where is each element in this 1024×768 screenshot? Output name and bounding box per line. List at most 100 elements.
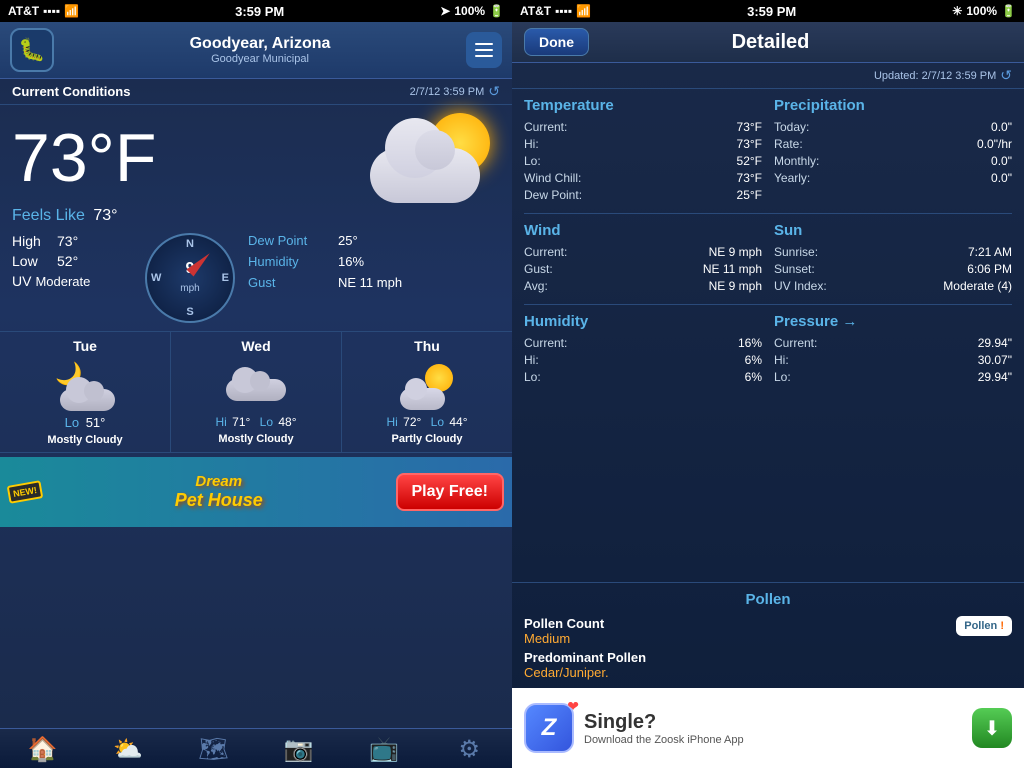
ad-play-button[interactable]: Play Free! (396, 473, 504, 511)
compass-s: S (186, 306, 193, 318)
left-panel: AT&T ▪▪▪▪ 📶 3:59 PM ➤ 100% 🔋 🐛 Goodyear,… (0, 0, 512, 768)
menu-line-3 (475, 55, 493, 57)
humidity-lo-row: Lo: 6% (524, 370, 762, 384)
forecast-wed-name: Wed (175, 338, 337, 354)
wind-section: Wind Current: NE 9 mph Gust: NE 11 mph A… (524, 222, 762, 296)
uv-index-row: UV Index: Moderate (4) (774, 279, 1012, 293)
high-value: 73° (57, 233, 78, 249)
forecast-day-thu: Thu Hi 72° Lo 44° Partly Cloudy (342, 332, 512, 452)
cloud-body-wed (226, 379, 286, 401)
ad-logo-line1: Dream (175, 473, 263, 490)
refresh-icon[interactable]: ↺ (488, 83, 500, 100)
ad-headline: Single? (584, 711, 962, 734)
precip-yearly-value: 0.0" (991, 171, 1012, 185)
bottom-nav: 🏠 ⛅ 🗺 📷 📺 ⚙ (0, 728, 512, 768)
thu-hi-label: Hi (386, 415, 397, 429)
wed-hi-value: 71° (232, 415, 250, 429)
precip-today-value: 0.0" (991, 120, 1012, 134)
sun-section: Sun Sunrise: 7:21 AM Sunset: 6:06 PM UV … (774, 222, 1012, 296)
uv-value: Moderate (35, 274, 90, 289)
nav-weather[interactable]: ⛅ (85, 735, 170, 764)
gust-row: Gust NE 11 mph (248, 275, 500, 290)
pressure-current-label: Current: (774, 336, 817, 350)
nav-screen[interactable]: 📺 (341, 735, 426, 764)
sunset-row: Sunset: 6:06 PM (774, 262, 1012, 276)
wind-title: Wind (524, 222, 762, 239)
precipitation-title: Precipitation (774, 97, 1012, 114)
wed-lo-label: Lo (260, 415, 273, 429)
zoosk-letter: Z (542, 714, 557, 742)
forecast-tue-icon: 🌙 (4, 358, 166, 413)
stats-left: High 73° Low 52° UV Moderate (12, 233, 132, 323)
ad-left: NEW! (8, 483, 42, 501)
location-icon: ➤ (440, 4, 450, 18)
updated-bar: Updated: 2/7/12 3:59 PM ↺ (512, 63, 1024, 89)
separator-1 (524, 213, 1012, 214)
temp-dewpoint-value: 25°F (737, 188, 762, 202)
detail-sections-2: Wind Current: NE 9 mph Gust: NE 11 mph A… (524, 222, 1012, 296)
separator-2 (524, 304, 1012, 305)
sunset-value: 6:06 PM (967, 262, 1012, 276)
nav-camera[interactable]: 📷 (256, 735, 341, 764)
carrier-label: AT&T (8, 4, 39, 18)
right-refresh-icon[interactable]: ↺ (1000, 67, 1012, 84)
heart-icon: ❤ (567, 698, 579, 715)
conditions-label: Current Conditions (12, 84, 130, 99)
menu-button[interactable] (466, 32, 502, 68)
nav-map[interactable]: 🗺 (171, 735, 256, 764)
precip-rate-value: 0.0"/hr (977, 137, 1012, 151)
wifi-icon: 📶 (64, 4, 79, 18)
humidity-current-row: Current: 16% (524, 336, 762, 350)
pollen-count-value: Medium (524, 631, 956, 646)
temp-windchill-label: Wind Chill: (524, 171, 581, 185)
gust-label: Gust (248, 275, 338, 290)
done-button[interactable]: Done (524, 28, 589, 56)
right-carrier: AT&T (520, 4, 551, 18)
wind-avg-value: NE 9 mph (709, 279, 762, 293)
right-header: Done Detailed (512, 22, 1024, 63)
settings-icon: ⚙ (459, 735, 481, 764)
feels-like-label: Feels Like (12, 207, 85, 224)
sunrise-row: Sunrise: 7:21 AM (774, 245, 1012, 259)
pollen-content: Pollen Count Medium Predominant Pollen C… (524, 616, 1012, 680)
weather-icon (370, 113, 500, 203)
high-label: High (12, 233, 57, 249)
thu-temps: Hi 72° Lo 44° (346, 415, 508, 429)
conditions-time: 2/7/12 3:59 PM ↺ (410, 83, 500, 100)
pressure-lo-row: Lo: 29.94" (774, 370, 1012, 384)
uv-index-value: Moderate (4) (943, 279, 1012, 293)
thu-lo-value: 44° (449, 415, 467, 429)
ad-download-button[interactable]: ⬇ (972, 708, 1012, 748)
humidity-section: Humidity Current: 16% Hi: 6% Lo: 6% (524, 313, 762, 387)
precip-monthly-row: Monthly: 0.0" (774, 154, 1012, 168)
wed-temps: Hi 71° Lo 48° (175, 415, 337, 429)
pressure-lo-label: Lo: (774, 370, 791, 384)
wind-avg-label: Avg: (524, 279, 548, 293)
cloud-icon (370, 148, 480, 203)
precip-monthly-label: Monthly: (774, 154, 819, 168)
compass-w: W (151, 272, 161, 284)
nav-settings[interactable]: ⚙ (427, 735, 512, 764)
wind-current-row: Current: NE 9 mph (524, 245, 762, 259)
tue-icon: 🌙 (55, 361, 115, 411)
cloud-body-tue (60, 389, 115, 411)
app-header: 🐛 Goodyear, Arizona Goodyear Municipal (0, 22, 512, 79)
temp-current-label: Current: (524, 120, 567, 134)
pollen-logo[interactable]: Pollen ! (956, 616, 1012, 636)
main-weather: 73°F (0, 105, 512, 207)
temp-hi-row: Hi: 73°F (524, 137, 762, 151)
tue-lo-text: Lo (65, 415, 79, 430)
forecast-thu-name: Thu (346, 338, 508, 354)
uv-index-label: UV Index: (774, 279, 827, 293)
bottom-ad[interactable]: Z ❤ Single? Download the Zoosk iPhone Ap… (512, 688, 1024, 768)
ad-banner[interactable]: NEW! Dream Pet House Play Free! (0, 457, 512, 527)
nav-home[interactable]: 🏠 (0, 735, 85, 764)
wind-gust-label: Gust: (524, 262, 553, 276)
location-name: Goodyear, Arizona (54, 35, 466, 53)
camera-icon: 📷 (284, 735, 314, 764)
humidity-label: Humidity (248, 254, 338, 269)
wind-current-value: NE 9 mph (709, 245, 762, 259)
pollen-logo-text: Pollen (964, 620, 997, 632)
sun-title: Sun (774, 222, 1012, 239)
precip-today-label: Today: (774, 120, 809, 134)
